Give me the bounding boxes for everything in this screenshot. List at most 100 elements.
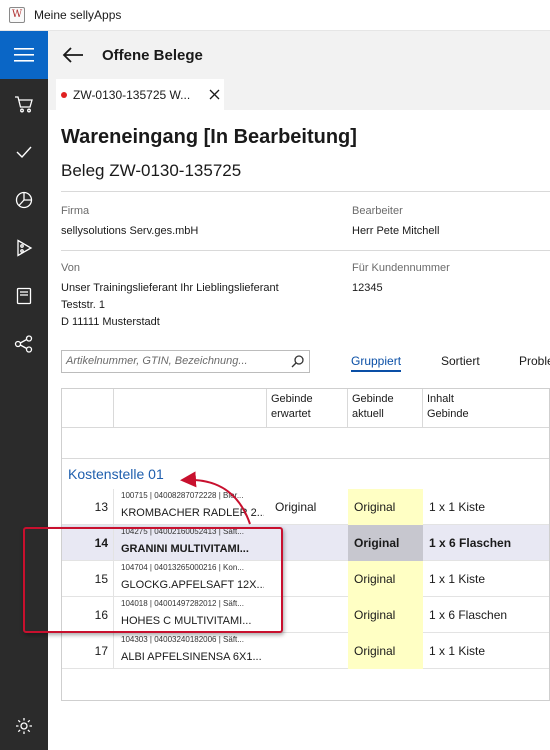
von-address-line1: Unser Trainingslieferant Ihr Lieblingsli… <box>61 282 279 294</box>
hamburger-menu-icon <box>14 48 34 62</box>
window-title: Meine sellyApps <box>34 8 122 22</box>
hamburger-menu-button[interactable] <box>0 31 48 79</box>
gebinde-aktuell-cell[interactable]: Original <box>348 525 423 561</box>
book-icon <box>16 287 32 305</box>
firma-value: sellysolutions Serv.ges.mbH <box>61 225 199 237</box>
von-address-line3: D 11111 Musterstadt <box>61 316 160 328</box>
column-header-label: Gebinde <box>427 408 469 420</box>
gebinde-aktuell-cell[interactable]: Original <box>348 633 423 669</box>
gear-icon <box>16 718 32 734</box>
inhalt-gebinde-cell: 1 x 1 Kiste <box>429 500 486 514</box>
window-titlebar: W Meine sellyApps <box>0 0 550 31</box>
article-title: GLOCKG.APFELSAFT 12X... <box>121 579 264 591</box>
gebinde-erwartet-cell: Original <box>275 500 317 514</box>
column-header-label: erwartet <box>271 408 311 420</box>
kundennummer-value: 12345 <box>352 282 383 294</box>
table-row[interactable]: 17 104303 | 04003240182006 | Säft... ALB… <box>62 633 549 669</box>
article-meta: 104018 | 04001497282012 | Säft... <box>121 599 244 608</box>
rail-item-settings[interactable] <box>0 704 48 748</box>
share-nodes-icon <box>14 335 33 353</box>
document-subtitle: Beleg ZW-0130-135725 <box>61 161 242 180</box>
column-header-label: Gebinde <box>271 393 313 405</box>
app-logo-icon: W <box>9 7 25 23</box>
gebinde-aktuell-cell[interactable]: Original <box>348 597 423 633</box>
rail-item-check[interactable] <box>0 130 48 174</box>
rail-item-book[interactable] <box>0 274 48 318</box>
rail-item-cart[interactable] <box>0 82 48 126</box>
header-divider <box>62 427 549 428</box>
group-divider <box>62 458 549 459</box>
back-button[interactable] <box>60 42 86 68</box>
row-number: 16 <box>62 597 114 633</box>
close-icon <box>209 89 219 100</box>
page-header: Offene Belege <box>48 31 550 79</box>
table-row[interactable]: 15 104704 | 04013265000216 | Kon... GLOC… <box>62 561 549 597</box>
gebinde-aktuell-cell[interactable]: Original <box>348 561 423 597</box>
firma-label: Firma <box>61 205 90 217</box>
column-header-gebinde-aktuell[interactable]: Gebinde aktuell <box>348 389 423 427</box>
active-tab-underline <box>351 370 401 372</box>
tab-sortiert[interactable]: Sortiert <box>441 354 480 368</box>
von-address-line2: Teststr. 1 <box>61 299 106 311</box>
article-meta: 104275 | 04002160052413 | Säft... <box>121 527 244 536</box>
table-row-selected[interactable]: 14 104275 | 04002160052413 | Säft... GRA… <box>62 525 549 561</box>
bearbeiter-label: Bearbeiter <box>352 205 403 217</box>
checkmark-icon <box>16 146 32 159</box>
column-header-label: Gebinde <box>352 393 394 405</box>
column-header-gebinde-erwartet[interactable]: Gebinde erwartet <box>267 389 348 427</box>
article-meta: 104303 | 04003240182006 | Säft... <box>121 635 244 644</box>
column-header-label: Inhalt <box>427 393 454 405</box>
column-header-article[interactable] <box>114 389 267 427</box>
document-title: Wareneingang [In Bearbeitung] <box>61 126 357 148</box>
bearbeiter-value: Herr Pete Mitchell <box>352 225 440 237</box>
article-meta: 104704 | 04013265000216 | Kon... <box>121 563 244 572</box>
inhalt-gebinde-cell: 1 x 6 Flaschen <box>429 536 512 550</box>
row-number: 13 <box>62 489 114 525</box>
column-header-label: aktuell <box>352 408 384 420</box>
unsaved-indicator-icon <box>61 91 67 98</box>
gebinde-erwartet-cell <box>267 597 347 633</box>
rail-item-pizza[interactable] <box>0 226 48 270</box>
shopping-cart-icon <box>15 96 33 113</box>
pizza-slice-icon <box>17 239 33 257</box>
article-meta: 100715 | 04008287072228 | Bier... <box>121 491 244 500</box>
inhalt-gebinde-cell: 1 x 6 Flaschen <box>429 608 508 622</box>
column-header-number[interactable] <box>62 389 114 427</box>
article-title: KROMBACHER RADLER 2... <box>121 507 264 519</box>
column-header-inhalt-gebinde[interactable]: Inhalt Gebinde <box>423 389 549 427</box>
article-search-input[interactable]: Artikelnummer, GTIN, Bezeichnung... <box>61 350 310 373</box>
table-row[interactable]: 16 104018 | 04001497282012 | Säft... HOH… <box>62 597 549 633</box>
row-number: 17 <box>62 633 114 669</box>
rail-item-connections[interactable] <box>0 322 48 366</box>
article-grid: Gebinde erwartet Gebinde aktuell Inhalt … <box>61 388 550 701</box>
rail-item-reports[interactable] <box>0 178 48 222</box>
article-title: GRANINI MULTIVITAMI... <box>121 543 249 555</box>
article-title: ALBI APFELSINENSA 6X1... <box>121 651 262 663</box>
gebinde-erwartet-cell <box>267 633 347 669</box>
inhalt-gebinde-cell: 1 x 1 Kiste <box>429 644 486 658</box>
row-number: 14 <box>62 525 114 561</box>
divider <box>61 250 550 251</box>
gebinde-aktuell-cell[interactable]: Original <box>348 489 423 525</box>
page-title: Offene Belege <box>102 46 203 64</box>
table-row[interactable]: 13 100715 | 04008287072228 | Bier... KRO… <box>62 489 549 525</box>
divider <box>61 191 550 192</box>
tab-probleme[interactable]: Proble <box>519 354 550 368</box>
inhalt-gebinde-cell: 1 x 1 Kiste <box>429 572 486 586</box>
back-arrow-icon <box>62 47 83 63</box>
article-title: HOHES C MULTIVITAMI... <box>121 615 252 627</box>
search-placeholder: Artikelnummer, GTIN, Bezeichnung... <box>66 355 248 367</box>
document-tab[interactable]: ZW-0130-135725 W... <box>56 79 224 110</box>
von-label: Von <box>61 262 80 274</box>
group-header-kostenstelle[interactable]: Kostenstelle 01 <box>68 466 164 482</box>
search-icon <box>291 355 304 368</box>
pie-chart-icon <box>15 191 33 209</box>
document-tab-label: ZW-0130-135725 W... <box>73 87 191 102</box>
document-tab-strip: ZW-0130-135725 W... <box>48 79 550 110</box>
gebinde-erwartet-cell <box>267 561 347 597</box>
document-content: Wareneingang [In Bearbeitung] Beleg ZW-0… <box>48 110 550 750</box>
tab-close-button[interactable] <box>207 88 221 102</box>
tab-gruppiert[interactable]: Gruppiert <box>351 354 401 368</box>
row-number: 15 <box>62 561 114 597</box>
kundennummer-label: Für Kundennummer <box>352 262 450 274</box>
